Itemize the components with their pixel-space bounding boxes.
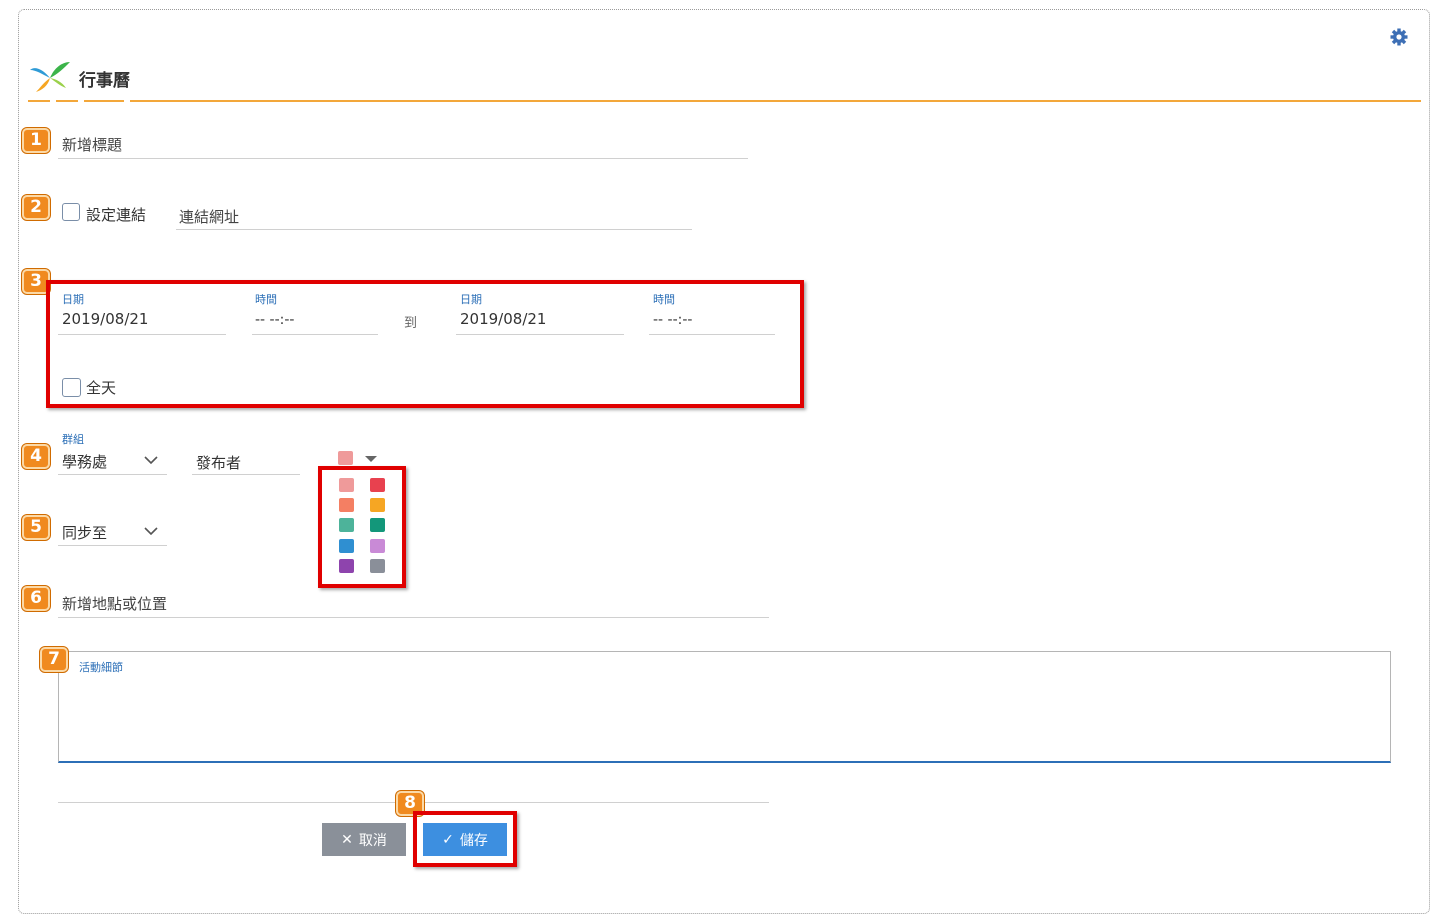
cancel-button-label: 取消 [358,832,387,849]
title-input-underline [58,158,748,159]
end-time-input[interactable]: -- --:-- [653,312,692,328]
selected-color-swatch[interactable] [338,451,353,465]
set-link-label: 設定連結 [86,206,147,224]
title-input[interactable]: 新增標題 [62,134,122,155]
all-day-label: 全天 [86,379,117,397]
group-underline [58,474,167,475]
end-time-label: 時間 [653,293,675,306]
location-input[interactable]: 新增地點或位置 [62,593,167,614]
highlight-datetime [46,280,804,408]
end-date-input[interactable]: 2019/08/21 [460,310,546,328]
start-time-input[interactable]: -- --:-- [255,312,294,328]
gear-icon[interactable] [1389,27,1409,47]
start-date-input[interactable]: 2019/08/21 [62,310,148,328]
group-select[interactable]: 學務處 [62,451,107,472]
sync-select[interactable]: 同步至 [62,522,107,543]
color-option[interactable] [339,539,354,553]
group-label: 群組 [62,433,84,446]
start-time-label: 時間 [255,293,277,306]
page-title: 行事曆 [79,71,130,91]
step-badge-1: 1 [22,128,50,153]
divider-gap [50,100,56,102]
start-time-underline [252,334,378,335]
start-date-label: 日期 [62,293,84,306]
color-option[interactable] [370,498,385,512]
color-option[interactable] [370,478,385,492]
save-button[interactable]: ✓ 儲存 [423,823,507,856]
step-badge-4: 4 [22,444,50,469]
to-separator: 到 [404,316,418,331]
start-date-underline [58,334,226,335]
step-badge-7: 7 [40,647,68,672]
all-day-checkbox[interactable] [62,378,81,397]
color-option[interactable] [370,559,385,573]
divider-gap [78,100,84,102]
link-url-input[interactable]: 連結網址 [179,206,239,227]
save-button-label: 儲存 [459,832,488,849]
publisher-input[interactable]: 發布者 [196,452,241,473]
color-option[interactable] [339,518,354,532]
details-label: 活動細節 [79,661,123,674]
end-date-label: 日期 [460,293,482,306]
publisher-underline [192,474,300,475]
sync-underline [58,545,167,546]
close-icon: ✕ [341,831,353,848]
caret-down-icon[interactable] [364,455,378,463]
calendar-logo-icon [30,62,70,92]
color-option[interactable] [339,559,354,573]
step-badge-2: 2 [22,195,50,220]
title-divider [28,100,1421,102]
cancel-button[interactable]: ✕ 取消 [322,823,406,856]
end-time-underline [649,334,775,335]
divider-gap [124,100,130,102]
set-link-checkbox[interactable] [62,203,80,221]
end-date-underline [456,334,624,335]
highlight-color-palette [318,466,406,588]
link-url-underline [176,229,692,230]
color-option[interactable] [370,539,385,553]
chevron-down-icon[interactable] [144,455,158,465]
details-textarea[interactable] [58,651,1391,763]
color-option[interactable] [370,518,385,532]
color-option[interactable] [339,498,354,512]
step-badge-6: 6 [22,586,50,611]
step-badge-5: 5 [22,515,50,540]
check-icon: ✓ [442,831,454,848]
chevron-down-icon[interactable] [144,526,158,536]
location-underline [58,617,769,618]
color-option[interactable] [339,478,354,492]
